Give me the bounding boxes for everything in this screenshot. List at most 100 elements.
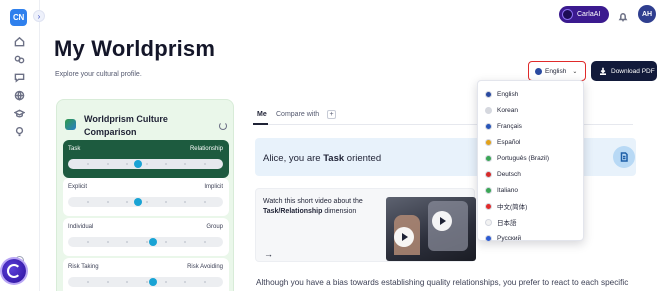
language-option[interactable]: 中文(简体) [485,200,527,212]
slider-tick [145,163,148,165]
bell-icon[interactable] [618,9,628,22]
graduation-cap-icon[interactable] [13,107,25,119]
play-icon[interactable] [394,227,414,247]
download-pdf-button[interactable]: Download PDF [591,61,657,81]
carla-assistant-icon[interactable] [2,259,26,283]
slider-tick [106,163,109,165]
uk-flag-icon [535,67,542,75]
dimension-slider-card[interactable]: Risk Taking Risk Avoiding [63,258,229,291]
dimension-left-label: Explicit [68,184,88,190]
add-comparison-button[interactable]: + [327,110,336,119]
slider-tick [106,201,109,203]
slider-tick [87,163,90,165]
language-select-label: English [545,67,567,75]
orientation-emphasis: Task [323,153,345,164]
slider-tick [87,281,90,283]
language-option[interactable]: Italiano [485,184,518,196]
collapse-sidebar-icon[interactable]: › [33,10,45,22]
tab-me[interactable]: Me [257,111,267,118]
slider-track[interactable] [68,277,223,287]
slider-knob[interactable] [133,160,142,168]
language-option-label: Korean [497,106,518,114]
slider-tick [164,163,167,165]
tab-compare-with[interactable]: Compare with [276,111,319,118]
video-thumbnail[interactable] [386,197,476,261]
slider-tick [126,281,129,283]
lightbulb-icon[interactable] [13,125,25,137]
dimension-slider-card[interactable]: Task Relationship [63,140,229,178]
flag-icon [485,186,492,194]
slider-track[interactable] [68,159,223,169]
language-option[interactable]: Français [485,120,522,132]
globe-icon[interactable] [13,89,25,101]
slider-tick [203,281,206,283]
language-option[interactable]: Русский [485,232,521,244]
dimension-right-label: Risk Avoiding [187,264,223,270]
slider-tick [87,241,90,243]
language-option[interactable]: Deutsch [485,168,521,180]
avatar-initials: AH [641,10,653,18]
slider-tick [145,281,148,283]
refresh-icon[interactable] [219,122,227,130]
language-select-button[interactable]: English ⌄ [528,61,586,81]
slider-tick [184,241,187,243]
dimension-right-label: Relationship [189,146,223,152]
side-rail: CN [0,0,40,291]
flag-icon [485,218,492,226]
flag-icon [485,202,492,210]
carla-ai-icon [562,9,573,20]
carla-ai-label: CarlaAI [577,11,601,18]
dimension-left-label: Task [68,146,81,152]
orientation-prefix: Alice, you are [263,153,324,164]
page-title: My Worldprism [54,36,216,61]
slider-tick [184,163,187,165]
dimension-slider-card[interactable]: Explicit Implicit [63,178,229,216]
download-icon [600,67,606,75]
language-option[interactable]: 日本語 [485,216,517,228]
play-icon[interactable] [432,211,452,231]
language-option-label: Español [497,138,521,146]
slider-tick [106,241,109,243]
document-icon[interactable] [613,146,635,168]
globe-people-icon[interactable] [13,53,25,65]
slider-tick [87,201,90,203]
language-option[interactable]: Português (Brazil) [485,152,549,164]
chat-icon[interactable] [13,71,25,83]
user-avatar[interactable]: AH [638,5,656,23]
flag-icon [485,106,492,114]
arrow-right-icon[interactable]: → [264,249,273,259]
slider-track[interactable] [68,237,223,247]
language-option[interactable]: Korean [485,104,518,116]
slider-tick [164,281,167,283]
language-option[interactable]: English [485,88,518,100]
video-card[interactable]: Watch this short video about the Task/Re… [255,188,476,262]
language-option[interactable]: Español [485,136,521,148]
slider-tick [203,163,206,165]
language-option-label: Русский [497,234,522,242]
brand-logo-text: CN [13,13,24,22]
slider-track[interactable] [68,197,223,207]
video-dimension-name: Task/Relationship [263,208,323,215]
language-option-label: Português (Brazil) [497,154,550,162]
flag-icon [485,154,492,162]
slider-tick [126,241,129,243]
dimension-left-label: Risk Taking [68,264,99,270]
flag-icon [485,122,492,130]
flag-icon [485,138,492,146]
dimension-slider-card[interactable]: Individual Group [63,218,229,256]
home-icon[interactable] [13,35,25,47]
slider-tick [203,241,206,243]
flag-icon [485,234,492,242]
orientation-suffix: oriented [344,153,382,164]
dimension-right-label: Implicit [204,184,223,190]
profile-paragraph: Although you have a bias towards establi… [256,278,629,287]
slider-knob[interactable] [133,198,142,206]
slider-knob[interactable] [149,238,158,246]
slider-knob[interactable] [149,278,158,286]
carla-ai-button[interactable]: CarlaAI [559,6,609,23]
video-line-1: Watch this short video about the [263,198,363,205]
app-page: CN › CarlaAI AH My Worldprism Explore yo… [0,0,670,291]
brand-logo[interactable]: CN [10,9,27,26]
video-line-2: dimension [322,208,357,215]
flag-icon [485,90,492,98]
